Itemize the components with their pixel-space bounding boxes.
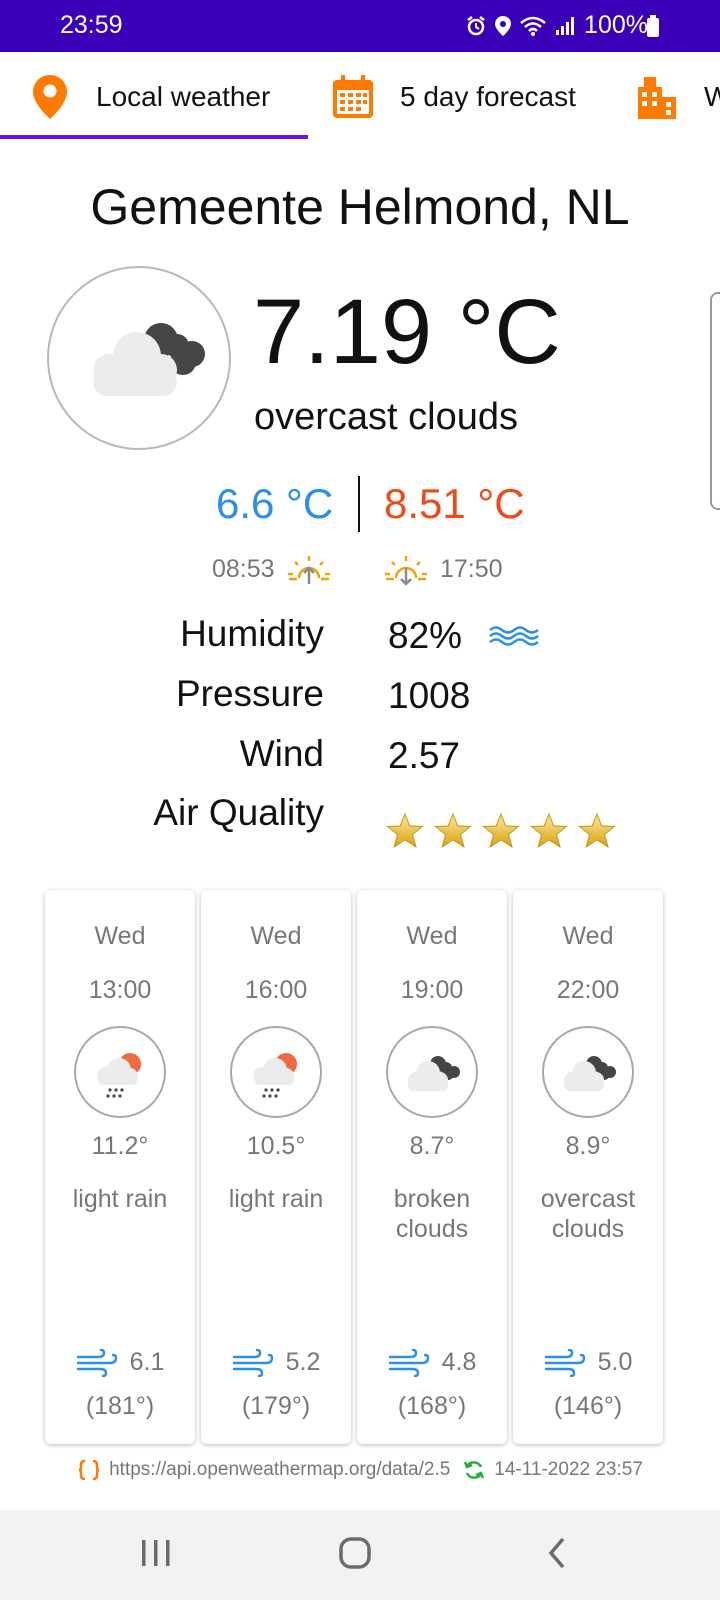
hourly-forecast-card[interactable]: Wed 13:00 11.2° light rain 6.1 (181°) [45,890,195,1444]
signal-icon [556,16,575,35]
forecast-wind-speed: 4.8 [441,1348,477,1376]
forecast-time: 13:00 [88,976,152,1004]
air-quality-rating [386,812,616,850]
recent-apps-icon[interactable] [140,1536,172,1570]
humidity-value: 82% [388,615,542,657]
pressure-label: Pressure [175,673,324,714]
forecast-time: 19:00 [400,976,464,1004]
tab-5-day-forecast[interactable]: 5 day forecast [332,52,576,142]
api-braces-icon [79,1459,100,1481]
forecast-wind-speed: 6.1 [129,1348,165,1376]
forecast-day: Wed [406,922,458,950]
forecast-wind-direction: (146°) [553,1392,623,1420]
wifi-icon [520,16,546,36]
forecast-description: broken clouds [393,1185,471,1243]
humidity-label: Humidity [180,613,324,654]
tab-city-label: W [704,81,720,112]
forecast-day: Wed [562,922,614,950]
city-icon [638,77,676,119]
footer: https://api.openweathermap.org/data/2.5 … [0,1458,720,1482]
wind-value: 2.57 [388,735,461,776]
forecast-wind-direction: (181°) [85,1392,155,1420]
air-quality-star-icon [434,812,472,849]
air-quality-star-icon [482,812,520,849]
battery-percent: 100% [584,11,648,39]
system-nav-bar [0,1510,720,1600]
status-bar: 23:59 100% [0,0,720,52]
overcast-clouds-icon [47,266,231,450]
forecast-wind: 5.2 [201,1348,351,1377]
forecast-temperature: 11.2° [91,1132,149,1160]
active-tab-indicator [0,135,308,139]
calendar-icon [333,75,373,118]
air-quality-label: Air Quality [153,792,324,833]
forecast-wind: 5.0 [513,1348,663,1377]
wind-icon [76,1348,117,1377]
sunset: 17:50 [382,552,503,586]
hourly-forecast-card[interactable]: Wed 16:00 10.5° light rain 5.2 (179°) [201,890,351,1444]
sunset-icon [385,556,427,586]
temperature-divider [358,476,360,532]
tab-local-weather[interactable]: Local weather [32,52,270,142]
forecast-description: light rain [72,1185,168,1213]
light-rain-icon [74,1026,166,1118]
city-name: Gemeente Helmond, NL [90,179,630,235]
api-url[interactable]: https://api.openweathermap.org/data/2.5 [109,1459,450,1481]
air-quality-star-icon [386,812,424,849]
forecast-wind-direction: (179°) [241,1392,311,1420]
tab-city[interactable]: W [634,52,720,142]
pressure-value: 1008 [388,675,471,716]
forecast-description: overcast clouds [540,1185,636,1243]
forecast-description: light rain [228,1185,324,1213]
forecast-wind: 4.8 [357,1348,507,1377]
battery-icon [647,15,659,37]
broken-clouds-icon [386,1026,478,1118]
forecast-temperature: 8.7° [409,1132,455,1160]
air-quality-star-icon [530,812,568,849]
back-icon[interactable] [546,1536,568,1570]
current-temperature: 7.19 °C [253,281,561,383]
sunrise: 08:53 [212,552,333,586]
current-description: overcast clouds [254,396,519,438]
wind-icon [388,1348,429,1377]
sunrise-icon [287,556,330,584]
forecast-day: Wed [94,922,146,950]
humidity-value-text: 82% [388,615,463,656]
location-icon [495,15,512,36]
forecast-temperature: 10.5° [246,1132,306,1160]
alarm-icon [467,15,485,35]
forecast-wind-direction: (168°) [397,1392,467,1420]
hourly-forecast-card[interactable]: Wed 19:00 8.7° broken clouds 4.8 (168°) [357,890,507,1444]
home-icon[interactable] [338,1536,372,1570]
status-icons [465,15,576,37]
sunrise-time: 08:53 [212,554,275,583]
forecast-time: 16:00 [244,976,308,1004]
forecast-day: Wed [250,922,302,950]
side-panel-handle[interactable] [710,292,720,510]
air-quality-star-icon [578,812,616,849]
last-update-time: 14-11-2022 23:57 [494,1459,643,1480]
overcast-clouds-icon [542,1026,634,1118]
hourly-forecast-card[interactable]: Wed 22:00 8.9° overcast clouds 5.0 (146°) [513,890,663,1444]
tab-5-day-forecast-label: 5 day forecast [400,81,576,112]
forecast-wind: 6.1 [45,1348,195,1377]
wind-icon [232,1348,273,1377]
min-temperature: 6.6 °C [216,480,334,527]
location-pin-icon [33,75,67,119]
forecast-temperature: 8.9° [565,1132,611,1160]
refresh-icon[interactable] [462,1458,486,1482]
light-rain-icon [230,1026,322,1118]
forecast-wind-speed: 5.2 [285,1348,321,1376]
wind-label: Wind [239,733,324,774]
forecast-wind-speed: 5.0 [597,1348,633,1376]
tab-local-weather-label: Local weather [96,81,271,112]
wind-icon [544,1348,585,1377]
status-time: 23:59 [60,11,123,39]
status-right: 100% [465,11,648,40]
forecast-time: 22:00 [556,976,620,1004]
sunset-time: 17:50 [440,554,503,583]
max-temperature: 8.51 °C [384,480,525,527]
tab-bar: Local weather 5 day forecast W [0,52,720,142]
humidity-waves-icon [489,626,539,646]
